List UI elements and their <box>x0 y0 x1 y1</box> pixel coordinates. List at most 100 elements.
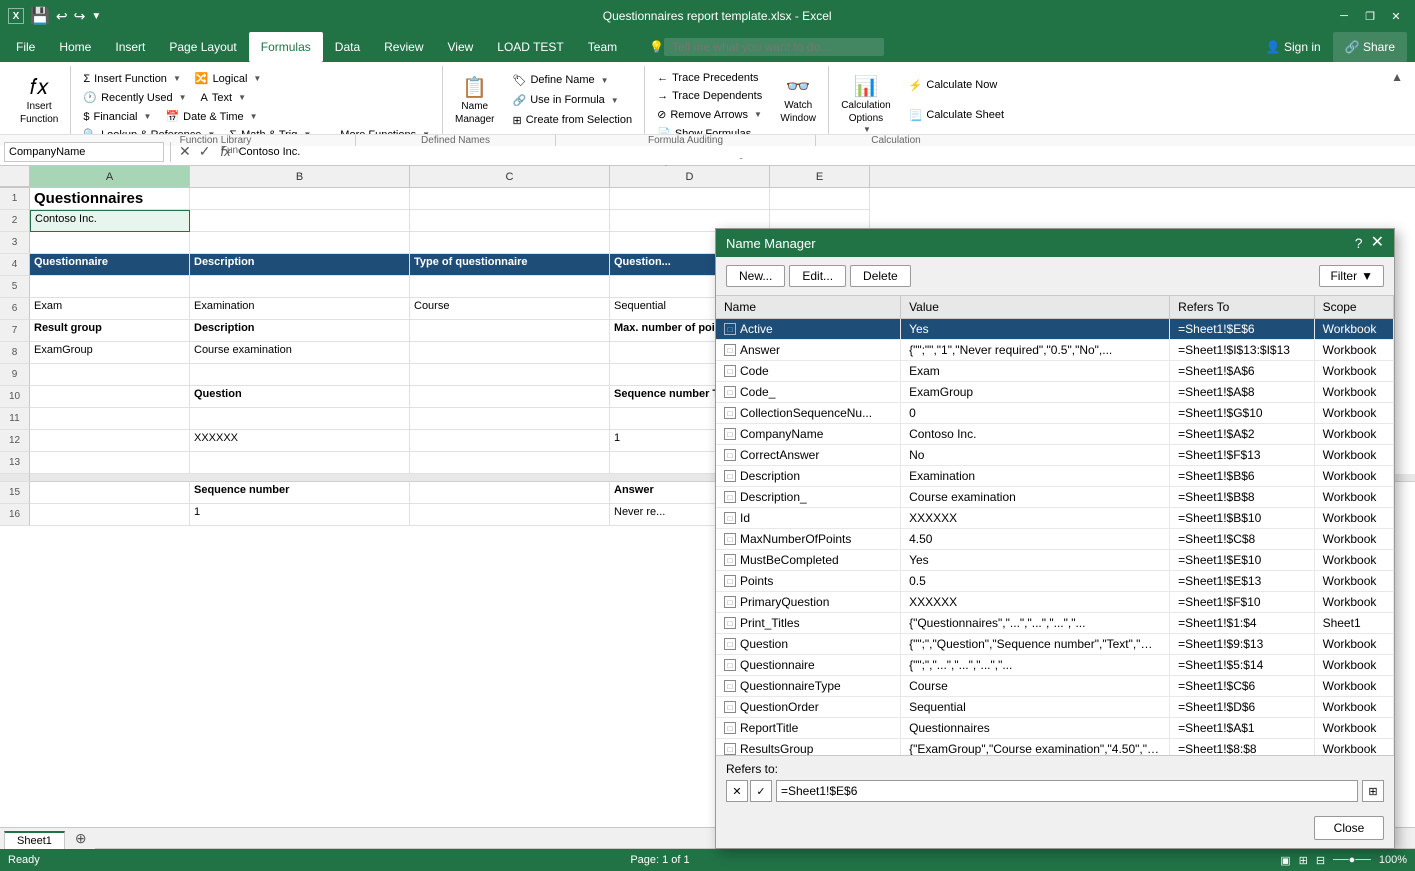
menu-data[interactable]: Data <box>323 32 372 62</box>
zoom-slider[interactable]: ──●── <box>1333 854 1371 866</box>
col-header-B[interactable]: B <box>190 166 410 187</box>
cell-C2[interactable] <box>410 210 610 232</box>
cell-E1[interactable] <box>770 188 870 210</box>
table-row[interactable]: □ Code Exam =Sheet1!$A$6 Workbook <box>716 361 1394 382</box>
cell-C4[interactable]: Type of questionnaire <box>410 254 610 276</box>
cell-B3[interactable] <box>190 232 410 254</box>
view-normal-btn[interactable]: ▣ <box>1280 854 1290 867</box>
menu-insert[interactable]: Insert <box>103 32 157 62</box>
table-row[interactable]: □ Id XXXXXX =Sheet1!$B$10 Workbook <box>716 508 1394 529</box>
table-row[interactable]: □ Question {"";","Question","Sequence nu… <box>716 634 1394 655</box>
delete-btn[interactable]: Delete <box>850 265 911 287</box>
cell-B1[interactable] <box>190 188 410 210</box>
cell-A10[interactable] <box>30 386 190 408</box>
col-header-E[interactable]: E <box>770 166 870 187</box>
table-row[interactable]: □ ReportTitle Questionnaires =Sheet1!$A$… <box>716 718 1394 739</box>
cell-A8[interactable]: ExamGroup <box>30 342 190 364</box>
names-table-container[interactable]: Name Value Refers To Scope □ Active Yes … <box>716 296 1394 756</box>
cell-B15[interactable]: Sequence number <box>190 482 410 504</box>
col-refers-to[interactable]: Refers To <box>1170 296 1314 319</box>
sheet-tab-sheet1[interactable]: Sheet1 <box>4 831 65 849</box>
tell-me-input[interactable] <box>664 38 884 56</box>
use-in-formula-btn[interactable]: 🔗 Use in Formula ▼ <box>507 92 639 109</box>
table-row[interactable]: □ Print_Titles {"Questionnaires","...","… <box>716 613 1394 634</box>
edit-btn[interactable]: Edit... <box>789 265 846 287</box>
minimize-btn[interactable]: ─ <box>1333 5 1355 27</box>
calc-now-btn[interactable]: ⚡ Calculate Now <box>903 77 1010 94</box>
cell-C12[interactable] <box>410 430 610 452</box>
restore-btn[interactable]: ❐ <box>1359 5 1381 27</box>
cell-B6[interactable]: Examination <box>190 298 410 320</box>
menu-page-layout[interactable]: Page Layout <box>157 32 248 62</box>
autosum-btn[interactable]: Σ Insert Function ▼ <box>77 70 187 87</box>
text-btn[interactable]: A Text ▼ <box>195 89 252 106</box>
table-row[interactable]: □ QuestionnaireType Course =Sheet1!$C$6 … <box>716 676 1394 697</box>
col-name[interactable]: Name <box>716 296 901 319</box>
cell-A7[interactable]: Result group <box>30 320 190 342</box>
table-row[interactable]: □ Answer {"";"","1","Never required","0.… <box>716 340 1394 361</box>
table-row[interactable]: □ Code_ ExamGroup =Sheet1!$A$8 Workbook <box>716 382 1394 403</box>
cell-C16[interactable] <box>410 504 610 526</box>
cell-B5[interactable] <box>190 276 410 298</box>
table-row[interactable]: □ CorrectAnswer No =Sheet1!$F$13 Workboo… <box>716 445 1394 466</box>
dialog-help-btn[interactable]: ? <box>1355 235 1363 251</box>
view-layout-btn[interactable]: ⊞ <box>1299 854 1308 867</box>
cell-A12[interactable] <box>30 430 190 452</box>
cell-A16[interactable] <box>30 504 190 526</box>
cell-C13[interactable] <box>410 452 610 474</box>
table-row[interactable]: □ Description Examination =Sheet1!$B$6 W… <box>716 466 1394 487</box>
cell-B10[interactable]: Question <box>190 386 410 408</box>
sign-in-btn[interactable]: 👤 Sign in <box>1254 32 1333 62</box>
watch-window-btn[interactable]: 👓 WatchWindow <box>774 70 822 130</box>
filter-btn[interactable]: Filter ▼ <box>1319 265 1384 287</box>
refers-confirm-btn[interactable]: ✓ <box>750 780 772 802</box>
table-row[interactable]: □ Points 0.5 =Sheet1!$E$13 Workbook <box>716 571 1394 592</box>
cell-A3[interactable] <box>30 232 190 254</box>
date-time-btn[interactable]: 📅 Date & Time ▼ <box>159 108 263 125</box>
refers-to-input[interactable] <box>776 780 1358 802</box>
formula-input[interactable] <box>239 146 1411 158</box>
cell-B12[interactable]: XXXXXX <box>190 430 410 452</box>
cancel-formula-icon[interactable]: ✕ <box>177 141 193 162</box>
name-manager-btn[interactable]: 📋 NameManager <box>449 70 500 130</box>
cell-A11[interactable] <box>30 408 190 430</box>
cell-B11[interactable] <box>190 408 410 430</box>
name-manager-dialog[interactable]: Name Manager ? ✕ New... Edit... Delete F… <box>715 228 1395 849</box>
cell-C8[interactable] <box>410 342 610 364</box>
name-box[interactable] <box>4 142 164 162</box>
cell-C7[interactable] <box>410 320 610 342</box>
menu-home[interactable]: Home <box>47 32 103 62</box>
table-row[interactable]: □ ResultsGroup {"ExamGroup","Course exam… <box>716 739 1394 757</box>
remove-arrows-btn[interactable]: ⊘ Remove Arrows ▼ <box>651 106 768 123</box>
create-from-selection-btn[interactable]: ⊞ Create from Selection <box>507 112 639 129</box>
ribbon-collapse-btn[interactable]: ▲ <box>1391 70 1403 84</box>
table-row[interactable]: □ MaxNumberOfPoints 4.50 =Sheet1!$C$8 Wo… <box>716 529 1394 550</box>
cell-B7[interactable]: Description <box>190 320 410 342</box>
insert-function-btn[interactable]: 𝑓𝑥 InsertFunction <box>14 70 64 130</box>
menu-view[interactable]: View <box>436 32 486 62</box>
cell-B9[interactable] <box>190 364 410 386</box>
cell-C10[interactable] <box>410 386 610 408</box>
cell-D1[interactable] <box>610 188 770 210</box>
cell-C5[interactable] <box>410 276 610 298</box>
refers-cancel-btn[interactable]: ✕ <box>726 780 748 802</box>
trace-precedents-btn[interactable]: ← Trace Precedents <box>651 70 768 86</box>
undo-btn[interactable]: ↩ <box>56 8 68 25</box>
col-header-D[interactable]: D <box>610 166 770 187</box>
cell-C15[interactable] <box>410 482 610 504</box>
cell-C3[interactable] <box>410 232 610 254</box>
col-value[interactable]: Value <box>901 296 1170 319</box>
table-row[interactable]: □ Active Yes =Sheet1!$E$6 Workbook <box>716 319 1394 340</box>
menu-load-test[interactable]: LOAD TEST <box>485 32 575 62</box>
col-header-A[interactable]: A <box>30 166 190 187</box>
cell-A13[interactable] <box>30 452 190 474</box>
cell-A15[interactable] <box>30 482 190 504</box>
trace-dependents-btn[interactable]: → Trace Dependents <box>651 88 768 104</box>
customize-btn[interactable]: ▼ <box>91 11 101 22</box>
cell-A6[interactable]: Exam <box>30 298 190 320</box>
recently-used-btn[interactable]: 🕐 Recently Used ▼ <box>77 89 192 106</box>
col-header-C[interactable]: C <box>410 166 610 187</box>
logical-btn[interactable]: 🔀 Logical ▼ <box>189 70 267 87</box>
calculation-options-btn[interactable]: 📊 CalculationOptions ▼ <box>835 70 896 130</box>
cell-A9[interactable] <box>30 364 190 386</box>
